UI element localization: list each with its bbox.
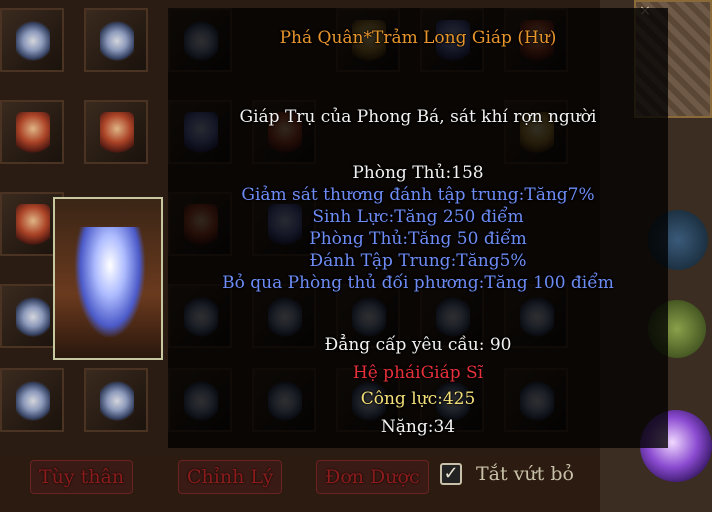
tab-tuy-than[interactable]: Tùy thân (30, 460, 134, 494)
item-bonus: Sinh Lực:Tăng 250 điểm (312, 207, 524, 227)
item-description: Giáp Trụ của Phong Bá, sát khí rợn người (239, 107, 597, 127)
item-bonus: Giảm sát thương đánh tập trung:Tăng7% (241, 185, 595, 205)
auto-discard-label: Tắt vứt bỏ (476, 463, 574, 485)
item-bonus: Bỏ qua Phòng thủ đối phương:Tăng 100 điể… (222, 273, 614, 293)
tab-chinh-ly[interactable]: Chỉnh Lý (178, 460, 283, 494)
item-power: Công lực:425 (360, 389, 476, 409)
item-weight: Nặng:34 (380, 417, 456, 437)
item-icon (16, 380, 50, 422)
item-icon (16, 112, 50, 154)
armor-item-icon (16, 20, 50, 62)
inventory-slot[interactable] (84, 100, 148, 164)
tab-don-duoc[interactable]: Đơn Dược (316, 460, 429, 494)
selected-item-slot[interactable] (53, 197, 163, 360)
armor-item-icon (75, 227, 145, 337)
class-requirement: Hệ pháiGiáp Sĩ (352, 363, 484, 383)
item-icon (100, 112, 134, 154)
inventory-slot[interactable] (0, 100, 64, 164)
item-bonus: Phòng Thủ:Tăng 50 điểm (309, 229, 527, 249)
level-requirement: Đẳng cấp yêu cầu: 90 (324, 335, 512, 355)
inventory-slot[interactable] (84, 368, 148, 432)
item-tooltip: Phá Quân*Trảm Long Giáp (Hư) Giáp Trụ củ… (168, 8, 668, 448)
auto-discard-checkbox[interactable]: ✓ (440, 463, 462, 485)
item-icon (16, 204, 50, 246)
armor-item-icon (100, 20, 134, 62)
item-icon (16, 296, 50, 338)
item-bonus: Đánh Tập Trung:Tăng5% (309, 251, 527, 271)
inventory-slot[interactable] (0, 368, 64, 432)
inventory-slot[interactable] (84, 8, 148, 72)
item-base-stat: Phòng Thủ:158 (352, 163, 484, 183)
item-title: Phá Quân*Trảm Long Giáp (Hư) (279, 28, 557, 48)
item-icon (100, 380, 134, 422)
inventory-slot[interactable] (0, 8, 64, 72)
